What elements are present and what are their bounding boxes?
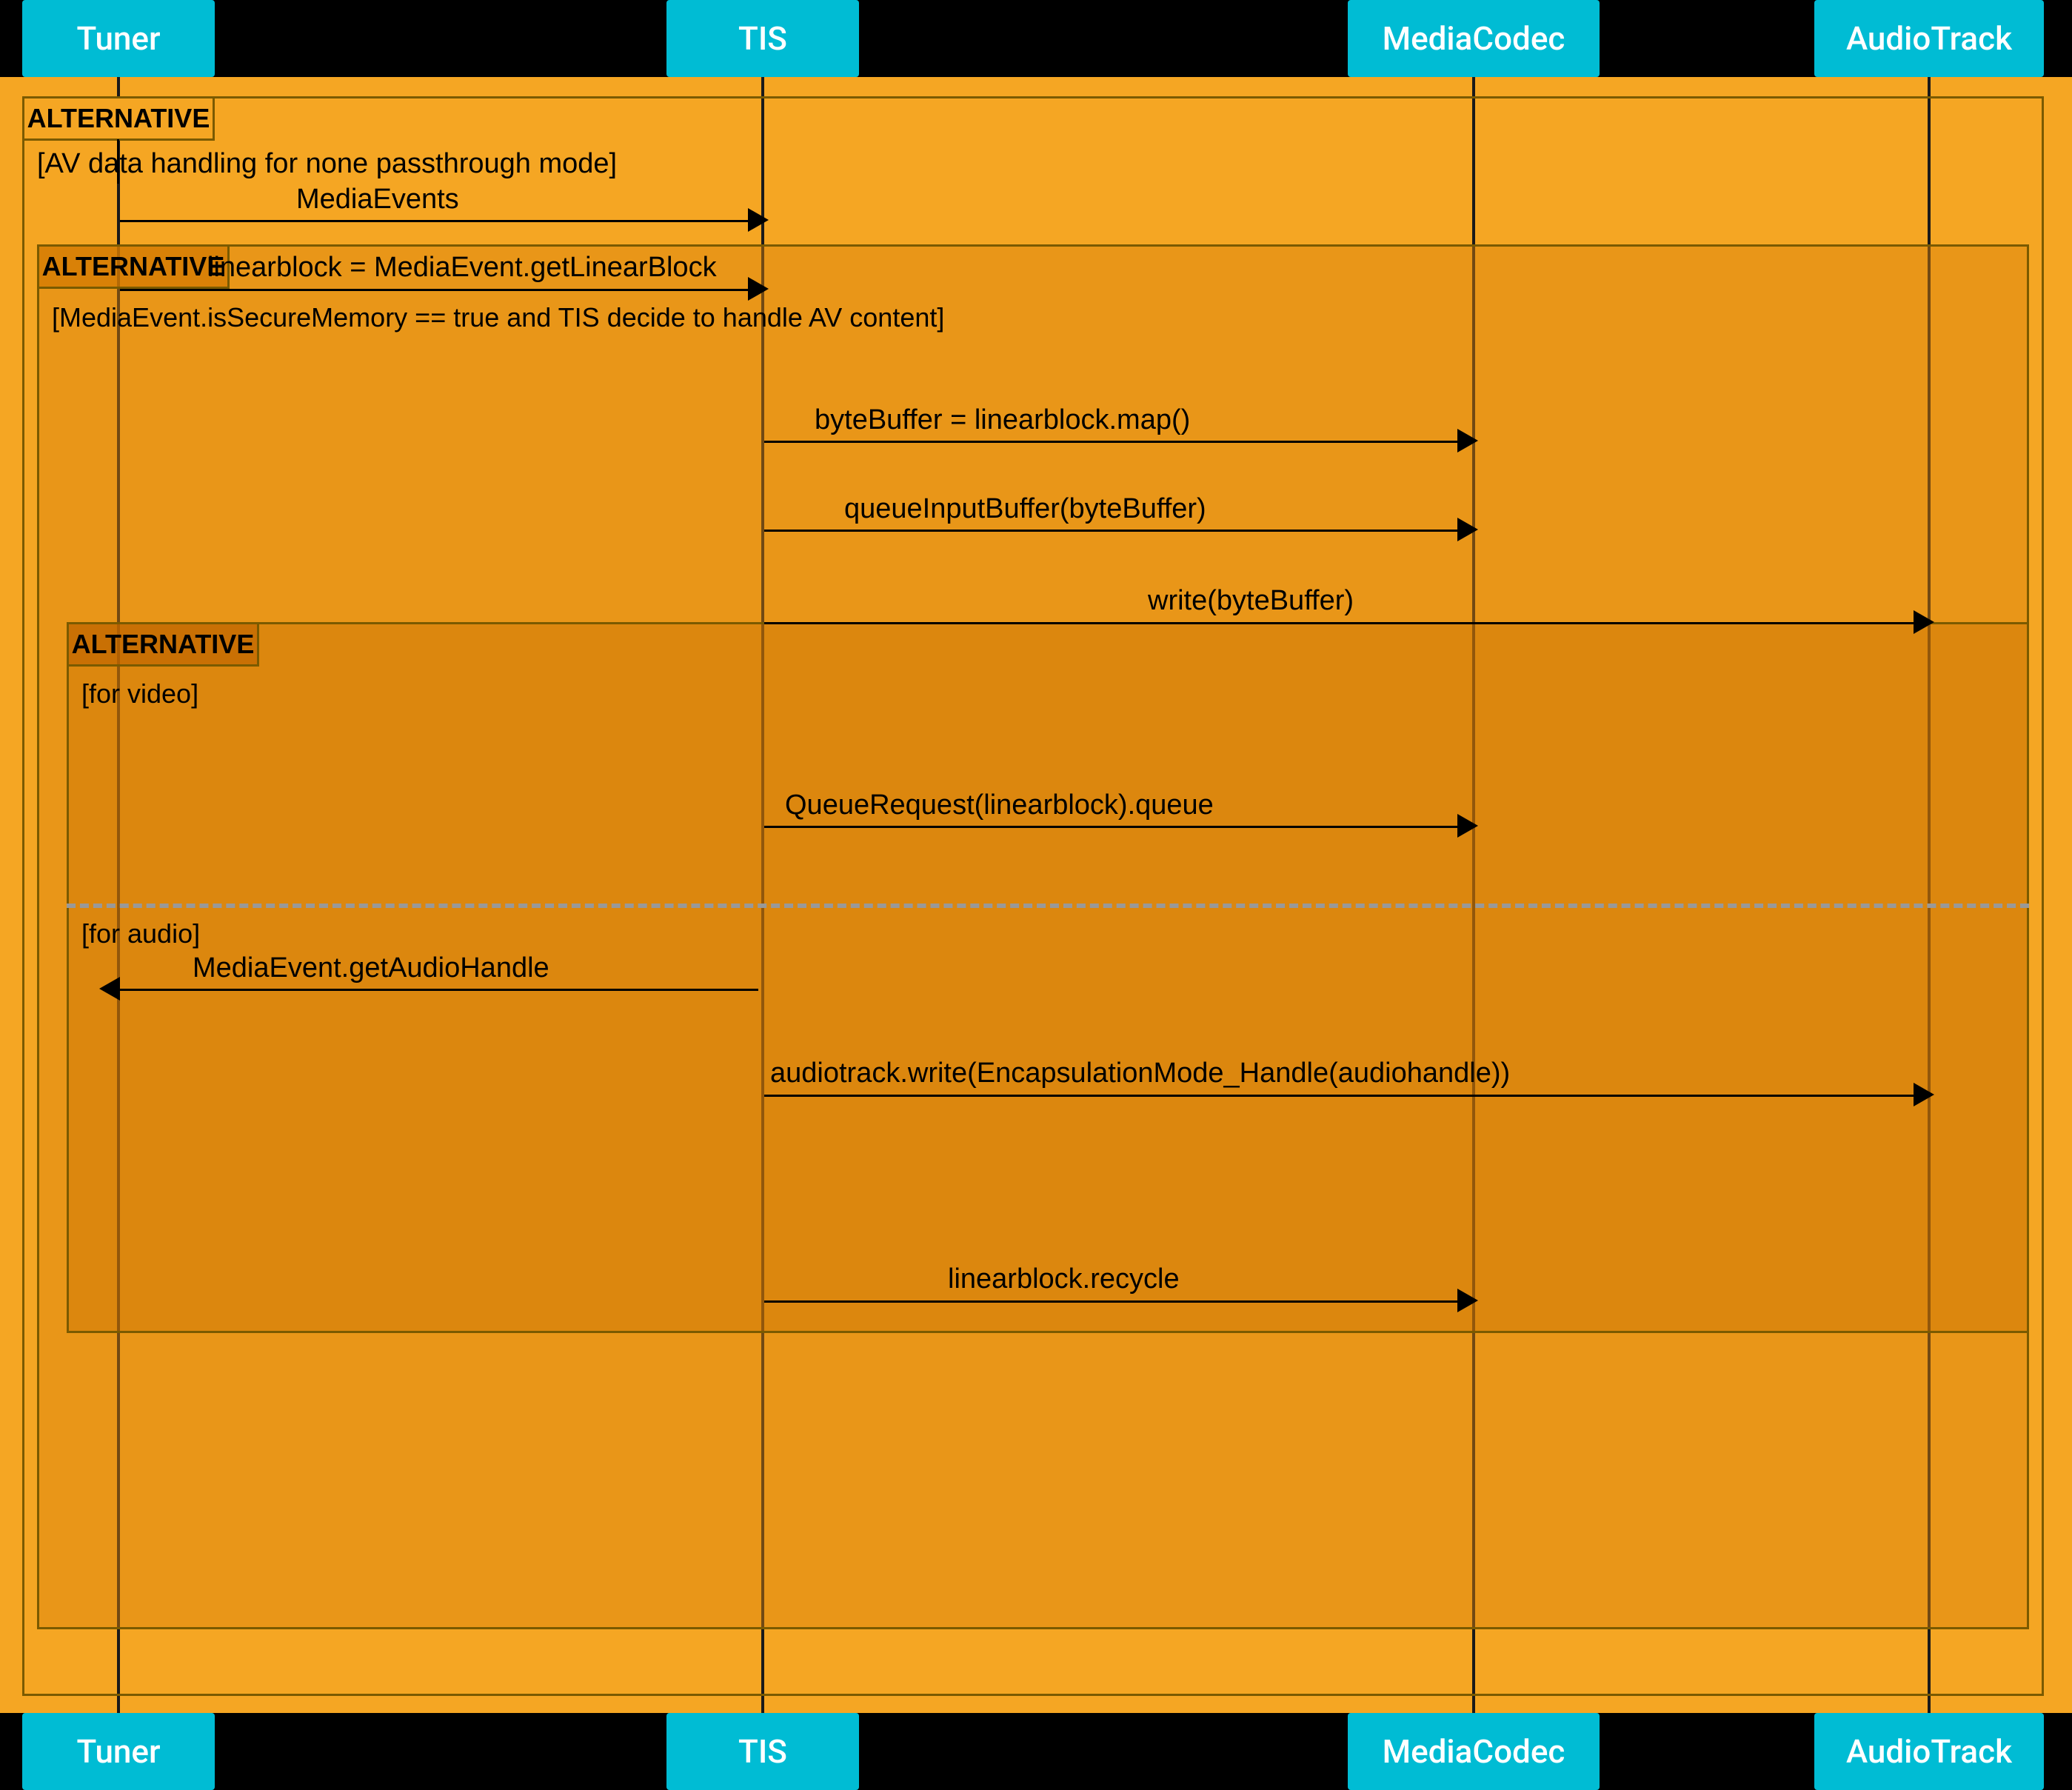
arrow-audiotrack-write-line xyxy=(764,1095,1924,1097)
top-bar xyxy=(0,0,2072,77)
arrow-audio-handle-line xyxy=(120,989,758,991)
label-bytebuffer: byteBuffer = linearblock.map() xyxy=(815,404,1190,436)
label-queue-input: queueInputBuffer(byteBuffer) xyxy=(844,493,1206,525)
arrow-linearblock-line xyxy=(120,289,758,291)
alt3-label-box: ALTERNATIVE xyxy=(67,622,259,667)
actor-audiotrack-top: AudioTrack xyxy=(1814,0,2044,77)
actor-tis-top: TIS xyxy=(666,0,859,77)
arrow-audio-handle-head xyxy=(99,977,120,1001)
arrow-linearblock-head xyxy=(748,277,769,301)
label-queue-req: QueueRequest(linearblock).queue xyxy=(785,789,1214,821)
actor-audiotrack-bottom: AudioTrack xyxy=(1814,1713,2044,1790)
arrow-recycle-line xyxy=(764,1300,1468,1303)
bottom-bar xyxy=(0,1713,2072,1790)
arrow-queue-req-head xyxy=(1457,814,1478,838)
alt2-label: ALTERNATIVE xyxy=(42,251,225,282)
actor-mediacodec-top: MediaCodec xyxy=(1348,0,1600,77)
alt2-label-box: ALTERNATIVE xyxy=(37,244,230,289)
alt1-tick xyxy=(117,139,119,184)
arrow-write-line xyxy=(764,622,1924,624)
arrow-media-events-line xyxy=(120,220,758,222)
arrow-queue-input-line xyxy=(764,530,1468,532)
arrow-queue-req-line xyxy=(764,826,1468,828)
arrow-queue-input-head xyxy=(1457,518,1478,541)
arrow-media-events-head xyxy=(748,208,769,232)
alt3-condition-video: [for video] xyxy=(81,678,198,709)
label-audio-handle: MediaEvent.getAudioHandle xyxy=(193,952,549,984)
arrow-recycle-head xyxy=(1457,1289,1478,1312)
actor-tuner-top: Tuner xyxy=(22,0,215,77)
arrow-write-head xyxy=(1914,610,1934,634)
alt1-label-box: ALTERNATIVE xyxy=(22,96,215,141)
label-recycle: linearblock.recycle xyxy=(948,1263,1180,1295)
actor-mediacodec-bottom: MediaCodec xyxy=(1348,1713,1600,1790)
diagram-area: Tuner TIS MediaCodec AudioTrack Tuner TI… xyxy=(0,0,2072,1790)
alt3-condition-audio: [for audio] xyxy=(81,918,200,949)
arrow-audiotrack-write-head xyxy=(1914,1083,1934,1106)
label-write: write(byteBuffer) xyxy=(1148,585,1354,617)
label-linearblock: linearblock = MediaEvent.getLinearBlock xyxy=(207,252,717,284)
label-media-events: MediaEvents xyxy=(296,184,459,216)
arrow-bytebuffer-head xyxy=(1457,429,1478,452)
label-audiotrack-write: audiotrack.write(EncapsulationMode_Handl… xyxy=(770,1058,1510,1089)
actor-tis-bottom: TIS xyxy=(666,1713,859,1790)
arrow-bytebuffer-line xyxy=(764,441,1468,443)
alt1-condition: [AV data handling for none passthrough m… xyxy=(37,148,617,180)
alt3-label: ALTERNATIVE xyxy=(72,629,255,660)
alt1-label: ALTERNATIVE xyxy=(27,103,210,134)
alt2-condition: [MediaEvent.isSecureMemory == true and T… xyxy=(52,302,944,333)
actor-tuner-bottom: Tuner xyxy=(22,1713,215,1790)
dashed-separator xyxy=(67,904,2029,908)
